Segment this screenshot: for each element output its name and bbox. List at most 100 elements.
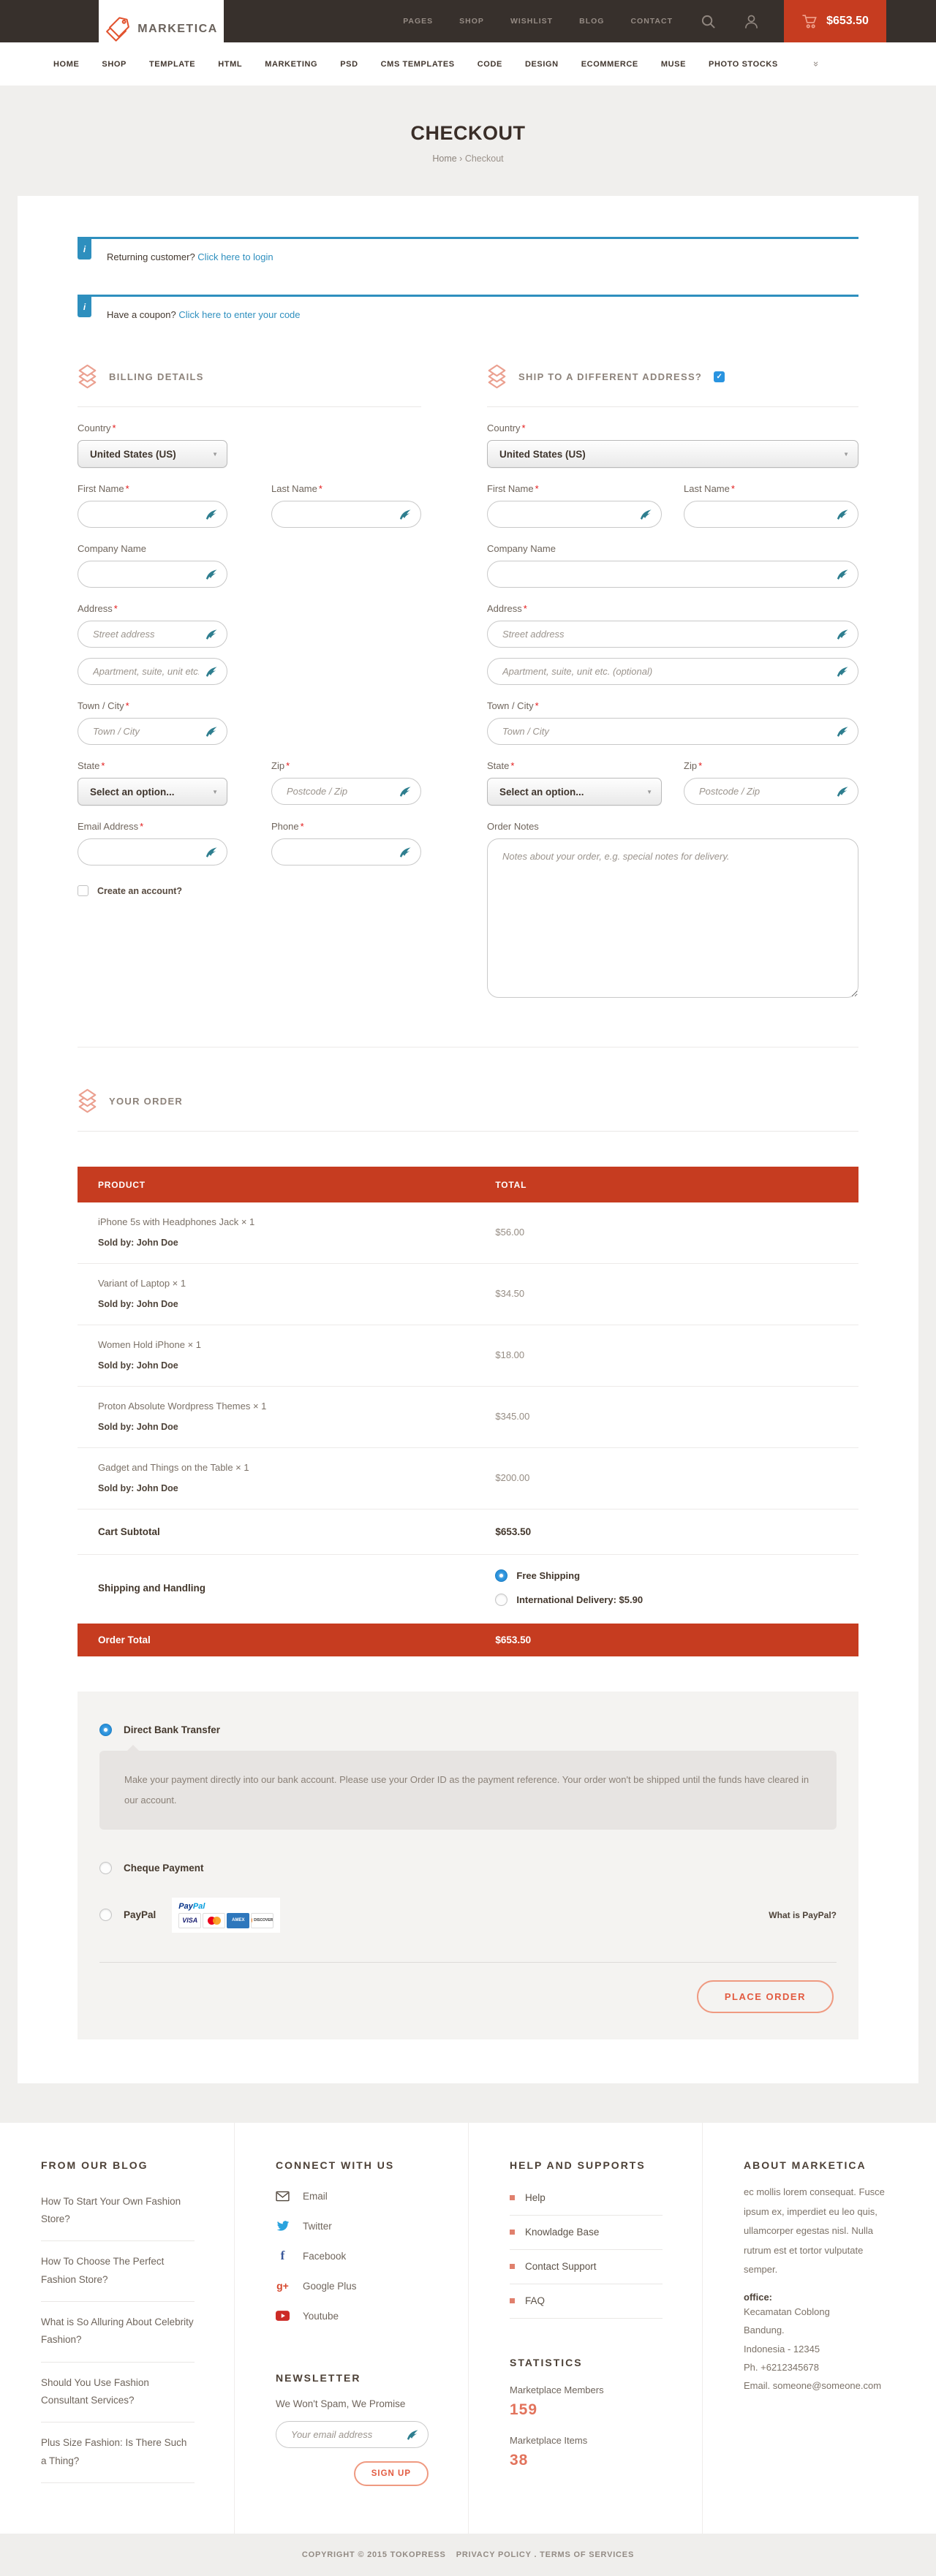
blog-post-link[interactable]: How To Choose The Perfect Fashion Store? bbox=[41, 2241, 195, 2302]
place-order-button[interactable]: PLACE ORDER bbox=[697, 1980, 834, 2013]
login-link[interactable]: Click here to login bbox=[197, 251, 273, 262]
radio-selected-icon[interactable] bbox=[99, 1724, 112, 1736]
help-link[interactable]: Help bbox=[510, 2181, 663, 2216]
billing-first-name-label: First Name* bbox=[78, 483, 227, 494]
shipping-first-name-input[interactable] bbox=[487, 501, 662, 528]
shipping-state-select[interactable]: Select an option... bbox=[487, 778, 662, 806]
billing-apartment-input[interactable] bbox=[78, 658, 227, 685]
shipping-section: SHIP TO A DIFFERENT ADDRESS? Country* Un… bbox=[487, 364, 858, 1001]
payment-method-paypal[interactable]: PayPal PayPal VISA AMEX DISCOVER What is… bbox=[99, 1898, 837, 1933]
ship-different-address-checkbox[interactable] bbox=[714, 371, 725, 382]
radio-unselected-icon[interactable] bbox=[495, 1594, 507, 1606]
topnav-shop[interactable]: SHOP bbox=[459, 17, 484, 26]
topnav-pages[interactable]: PAGES bbox=[403, 17, 433, 26]
billing-company-label: Company Name bbox=[78, 543, 421, 554]
blog-post-link[interactable]: Plus Size Fashion: Is There Such a Thing… bbox=[41, 2422, 195, 2483]
topnav-wishlist[interactable]: WISHLIST bbox=[510, 17, 553, 26]
account-icon[interactable] bbox=[744, 14, 759, 29]
search-icon[interactable] bbox=[701, 14, 716, 29]
nav-psd[interactable]: PSD bbox=[340, 60, 358, 69]
shipping-country-select[interactable]: United States (US) bbox=[487, 440, 858, 468]
billing-zip-input[interactable] bbox=[271, 778, 421, 805]
connect-twitter-link[interactable]: Twitter bbox=[276, 2211, 429, 2241]
blog-post-link[interactable]: How To Start Your Own Fashion Store? bbox=[41, 2181, 195, 2242]
shipping-street-input[interactable] bbox=[487, 621, 858, 648]
billing-phone-input[interactable] bbox=[271, 838, 421, 865]
facebook-icon bbox=[276, 2249, 290, 2263]
payment-method-bank[interactable]: Direct Bank Transfer bbox=[99, 1724, 837, 1736]
billing-section: BILLING DETAILS Country* United States (… bbox=[78, 364, 421, 1001]
connect-facebook-link[interactable]: Facebook bbox=[276, 2241, 429, 2271]
create-account-checkbox[interactable] bbox=[78, 885, 88, 896]
billing-last-name-input[interactable] bbox=[271, 501, 421, 528]
nav-home[interactable]: HOME bbox=[53, 60, 79, 69]
address-line: Bandung. bbox=[744, 2321, 897, 2339]
site-logo[interactable]: MARKETICA bbox=[99, 0, 224, 58]
billing-state-select[interactable]: Select an option... bbox=[78, 778, 227, 806]
billing-company-input[interactable] bbox=[78, 561, 227, 588]
billing-street-input[interactable] bbox=[78, 621, 227, 648]
nav-ecommerce[interactable]: ECOMMERCE bbox=[581, 60, 638, 69]
coupon-link[interactable]: Click here to enter your code bbox=[178, 309, 300, 320]
billing-town-input[interactable] bbox=[78, 718, 227, 745]
login-notice-text: Returning customer? bbox=[107, 251, 195, 262]
what-is-paypal-link[interactable]: What is PayPal? bbox=[769, 1910, 837, 1920]
cheque-payment-label: Cheque Payment bbox=[124, 1863, 204, 1874]
cart-button[interactable]: $653.50 bbox=[784, 0, 886, 42]
mastercard-icon bbox=[203, 1913, 225, 1928]
nav-template[interactable]: TEMPLATE bbox=[149, 60, 195, 69]
nav-muse[interactable]: MUSE bbox=[661, 60, 686, 69]
shipping-town-input[interactable] bbox=[487, 718, 858, 745]
shipping-apartment-input[interactable] bbox=[487, 658, 858, 685]
newsletter-heading: NEWSLETTER bbox=[276, 2372, 429, 2384]
total-column-header: TOTAL bbox=[495, 1180, 858, 1190]
knowledge-base-link[interactable]: Knowladge Base bbox=[510, 2216, 663, 2250]
shipping-zip-input[interactable] bbox=[684, 778, 858, 805]
footer-policy-links[interactable]: PRIVACY POLICY . TERMS OF SERVICES bbox=[456, 2550, 634, 2559]
nav-more-chevron-icon[interactable]: » bbox=[811, 61, 822, 67]
order-notes-textarea[interactable] bbox=[487, 838, 858, 998]
checkout-card: i Returning customer? Click here to logi… bbox=[18, 196, 918, 2083]
faq-link[interactable]: FAQ bbox=[510, 2284, 663, 2319]
blog-post-link[interactable]: What is So Alluring About Celebrity Fash… bbox=[41, 2302, 195, 2363]
billing-first-name-input[interactable] bbox=[78, 501, 227, 528]
shipping-company-input[interactable] bbox=[487, 561, 858, 588]
connect-googleplus-link[interactable]: Google Plus bbox=[276, 2271, 429, 2301]
billing-country-select[interactable]: United States (US) bbox=[78, 440, 227, 468]
logo-text: MARKETICA bbox=[137, 23, 218, 36]
login-notice: i Returning customer? Click here to logi… bbox=[78, 237, 858, 267]
contact-support-link[interactable]: Contact Support bbox=[510, 2250, 663, 2284]
phone-line: Ph. +6212345678 bbox=[744, 2358, 897, 2376]
nav-photo-stocks[interactable]: PHOTO STOCKS bbox=[709, 60, 778, 69]
payment-method-cheque[interactable]: Cheque Payment bbox=[99, 1862, 837, 1874]
nav-cms-templates[interactable]: CMS TEMPLATES bbox=[381, 60, 455, 69]
product-total: $34.50 bbox=[495, 1278, 858, 1309]
nav-code[interactable]: CODE bbox=[478, 60, 502, 69]
blog-post-link[interactable]: Should You Use Fashion Consultant Servic… bbox=[41, 2363, 195, 2423]
shipping-last-name-input[interactable] bbox=[684, 501, 858, 528]
nav-shop[interactable]: SHOP bbox=[102, 60, 127, 69]
billing-email-input[interactable] bbox=[78, 838, 227, 865]
newsletter-signup-button[interactable]: SIGN UP bbox=[354, 2461, 429, 2486]
topnav-contact[interactable]: CONTACT bbox=[630, 17, 673, 26]
newsletter-email-input[interactable] bbox=[276, 2421, 429, 2448]
order-row: Women Hold iPhone × 1 Sold by: John Doe … bbox=[78, 1325, 858, 1387]
checkout-page: MARKETICA PAGES SHOP WISHLIST BLOG CONTA… bbox=[0, 0, 936, 2576]
connect-youtube-link[interactable]: Youtube bbox=[276, 2301, 429, 2331]
layers-icon bbox=[78, 1088, 97, 1113]
topnav-blog[interactable]: BLOG bbox=[579, 17, 604, 26]
nav-html[interactable]: HTML bbox=[218, 60, 242, 69]
office-label: office: bbox=[744, 2292, 897, 2303]
connect-email-link[interactable]: Email bbox=[276, 2181, 429, 2211]
radio-unselected-icon[interactable] bbox=[99, 1862, 112, 1874]
breadcrumb-home[interactable]: Home bbox=[432, 154, 456, 164]
stat-label: Marketplace Members bbox=[510, 2384, 663, 2395]
shipping-option-free[interactable]: Free Shipping bbox=[495, 1569, 858, 1582]
billing-email-label: Email Address* bbox=[78, 821, 227, 832]
nav-marketing[interactable]: MARKETING bbox=[265, 60, 317, 69]
radio-selected-icon[interactable] bbox=[495, 1569, 507, 1582]
radio-unselected-icon[interactable] bbox=[99, 1909, 112, 1921]
nav-design[interactable]: DESIGN bbox=[525, 60, 559, 69]
checkout-forms: BILLING DETAILS Country* United States (… bbox=[78, 364, 858, 1047]
shipping-option-international[interactable]: International Delivery: $5.90 bbox=[495, 1594, 858, 1606]
